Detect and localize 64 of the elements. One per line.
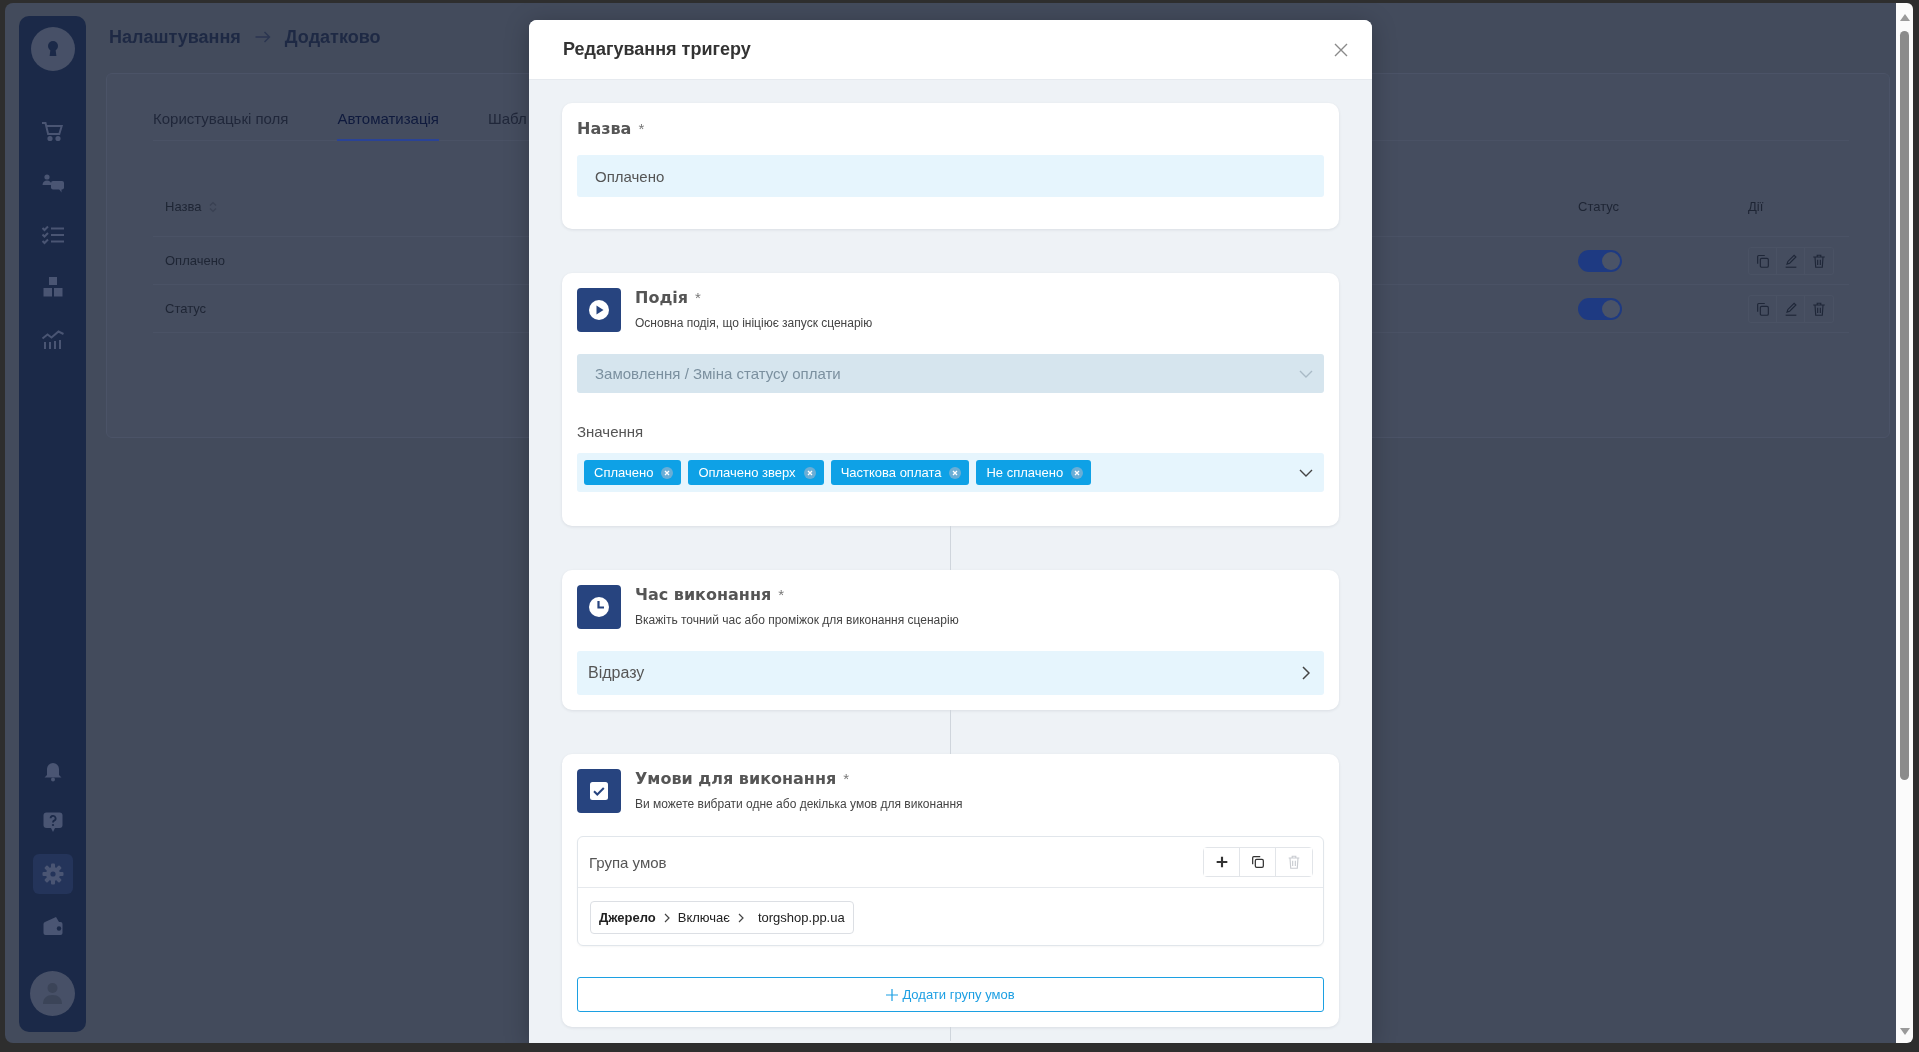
name-input[interactable]: Оплачено [577, 155, 1324, 197]
condition-chip[interactable]: Джерело Включає torgshop.pp.ua [590, 901, 854, 934]
scrollbar-thumb[interactable] [1900, 31, 1909, 780]
remove-icon[interactable] [803, 466, 816, 479]
chart-icon [40, 327, 65, 351]
play-icon [577, 288, 621, 332]
group-title: Група умов [589, 853, 667, 871]
trash-icon [1811, 252, 1827, 269]
status-toggle[interactable] [1578, 249, 1622, 272]
remove-icon[interactable] [661, 466, 674, 479]
plus-icon [886, 988, 899, 1001]
copy-icon [1754, 252, 1771, 269]
logo-icon[interactable] [30, 27, 75, 71]
chevron-right-icon [1302, 666, 1310, 680]
required-mark: * [695, 289, 701, 307]
tag-label: Не сплачено [986, 465, 1064, 480]
checkbox-icon [577, 769, 621, 813]
condition-operator: Включає [677, 910, 730, 925]
field-label: Значення [577, 423, 645, 441]
required-mark: * [778, 586, 785, 604]
chat-icon [40, 171, 65, 195]
help-icon [40, 810, 65, 834]
chevron-down-icon [1299, 468, 1313, 477]
tag-label: Оплачено зверх [698, 465, 796, 480]
clock-icon [577, 585, 621, 629]
field-label: Назва [577, 120, 632, 138]
values-select[interactable]: Сплачено Оплачено зверх Часткова оплата Не сплачено [577, 453, 1324, 492]
dialog-title: Редагування тригеру [563, 39, 751, 60]
status-toggle[interactable] [1578, 297, 1622, 320]
required-mark: * [843, 770, 850, 788]
arrow-right-icon [254, 31, 271, 43]
tag-label: Часткова оплата [840, 465, 942, 480]
section-description: Ви можете вибрати одне або декілька умов для виконання [635, 797, 963, 811]
timing-select[interactable]: Відразу [577, 651, 1324, 695]
cart-icon [40, 119, 65, 143]
tag-label: Сплачено [594, 465, 654, 480]
avatar-icon[interactable] [30, 971, 75, 1016]
chevron-right-icon [737, 912, 744, 923]
copy-icon [1249, 854, 1266, 870]
add-condition-button[interactable] [1204, 848, 1240, 876]
trash-icon [1811, 300, 1827, 317]
section-title: Умови для виконання [635, 770, 837, 788]
arrow-down-icon[interactable] [1899, 1028, 1910, 1035]
condition-field: Джерело [599, 910, 656, 925]
section-description: Вкажіть точний час або проміжок для виконання сценарію [635, 613, 959, 627]
section-title: Подія [635, 289, 689, 307]
event-select: Замовлення / Зміна статусу оплати [577, 354, 1324, 393]
checklist-icon [40, 223, 65, 247]
settings-icon [40, 862, 65, 886]
required-mark: * [638, 120, 645, 138]
arrow-up-icon[interactable] [1899, 14, 1910, 21]
trash-icon [1286, 854, 1302, 870]
remove-icon[interactable] [1071, 466, 1084, 479]
chevron-right-icon [663, 912, 670, 923]
section-description: Основна подія, що ініціює запуск сценарію [635, 316, 873, 330]
sidebar-nav-button[interactable] [32, 854, 73, 894]
remove-icon[interactable] [949, 466, 962, 479]
section-title: Час виконання [635, 586, 772, 604]
chevron-down-icon [1299, 369, 1313, 378]
copy-icon [1754, 300, 1771, 317]
scrollbar-track[interactable] [1896, 3, 1913, 1043]
add-group-button[interactable]: Додати групу умов [577, 977, 1324, 1012]
close-icon[interactable] [1334, 42, 1348, 57]
condition-value: torgshop.pp.ua [757, 910, 845, 925]
